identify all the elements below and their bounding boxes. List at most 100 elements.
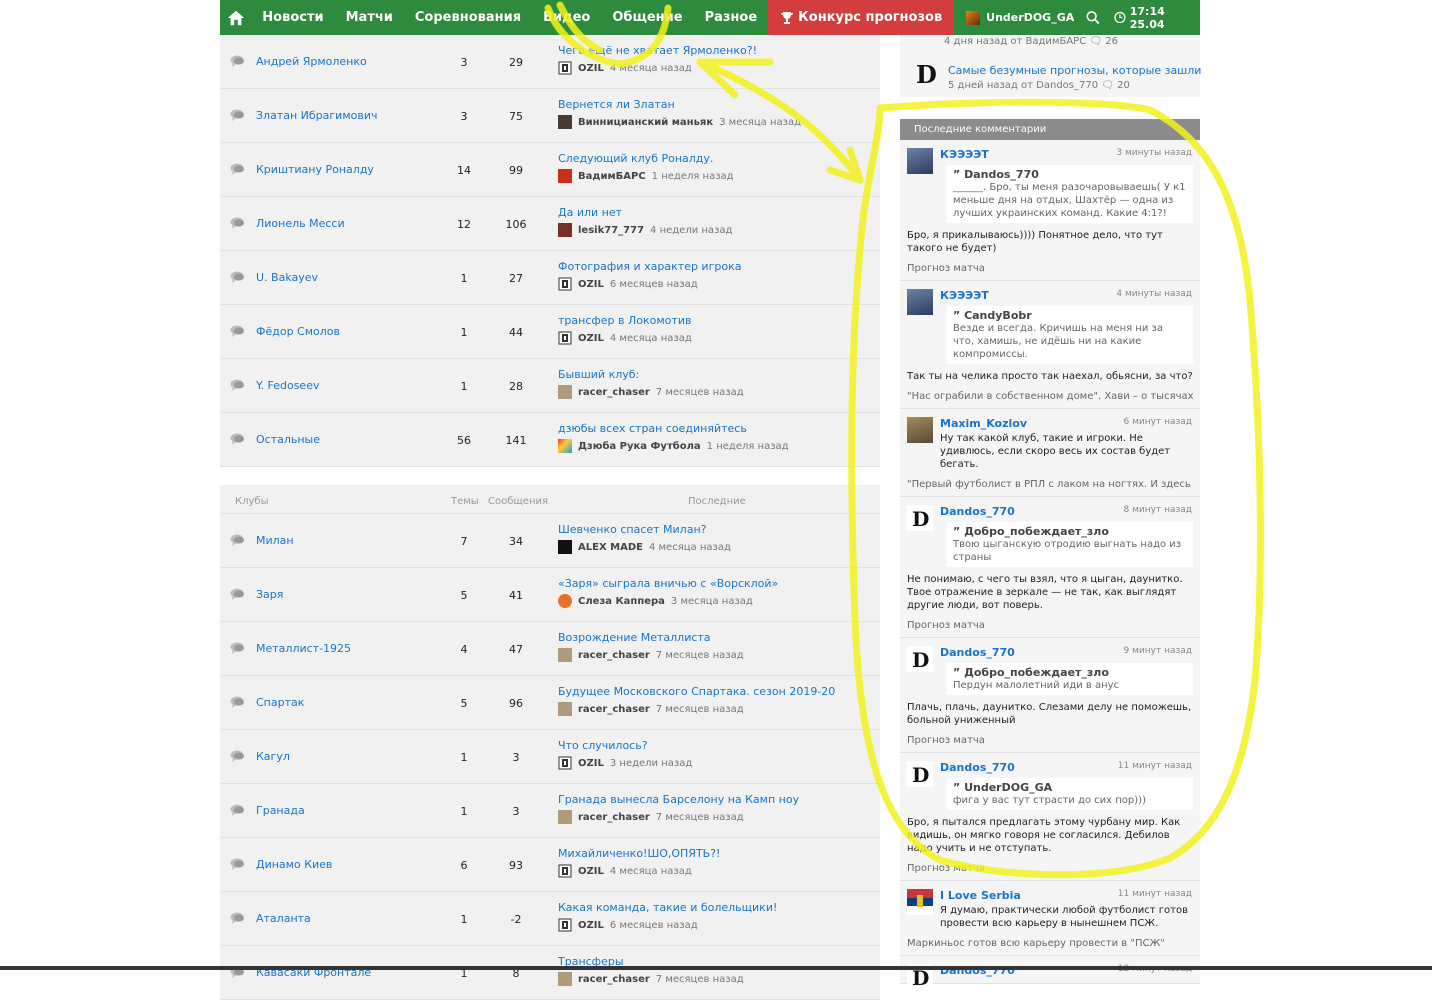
forum-name-link[interactable]: Фёдор Смолов: [256, 325, 340, 338]
forum-name-link[interactable]: Криштиану Роналду: [256, 163, 374, 176]
quote-icon: ”: [953, 781, 965, 794]
last-post-author[interactable]: OZIL: [578, 279, 604, 290]
comment-author-link[interactable]: Dandos_770: [940, 505, 1015, 518]
last-post-link[interactable]: Бывший клуб:: [558, 368, 639, 381]
last-post-link[interactable]: Гранада вынесла Барселону на Камп ноу: [558, 793, 799, 806]
last-post-author[interactable]: OZIL: [578, 758, 604, 769]
last-post-author[interactable]: ВадимБАРС: [578, 171, 646, 182]
topics-count: 4: [460, 642, 468, 656]
nav-misc[interactable]: Разное: [694, 0, 769, 35]
last-post-author[interactable]: OZIL: [578, 866, 604, 877]
commenter-avatar: [907, 289, 933, 315]
user-avatar: [558, 223, 572, 237]
forum-name-link[interactable]: Остальные: [256, 433, 320, 446]
comment-topic-link[interactable]: Прогноз матча: [907, 863, 1193, 874]
comment-topic-link[interactable]: Прогноз матча: [907, 735, 1193, 746]
last-post-author[interactable]: racer_chaser: [578, 387, 650, 398]
forum-name-link[interactable]: U. Bakayev: [256, 271, 318, 284]
last-post-time: 7 месяцев назад: [655, 649, 744, 661]
user-avatar: [558, 648, 572, 662]
forum-name-link[interactable]: Аталанта: [256, 912, 311, 925]
user-avatar: [558, 385, 572, 399]
last-post-link[interactable]: Что случилось?: [558, 739, 648, 752]
comment-topic-link[interactable]: Прогноз матча: [907, 620, 1193, 631]
comment-topic-link[interactable]: Прогноз матча: [907, 263, 1193, 274]
comment-time: 11 минут назад: [1117, 761, 1192, 771]
last-post-author[interactable]: Слеза Каппера: [578, 596, 665, 607]
last-post-link[interactable]: Фотография и характер игрока: [558, 260, 741, 273]
forum-name-link[interactable]: Y. Fedoseev: [256, 379, 319, 392]
home-icon: [227, 10, 244, 25]
last-post-link[interactable]: Возрождение Металлиста: [558, 631, 711, 644]
topic-link[interactable]: Самые безумные прогнозы, которые зашли: [948, 64, 1201, 77]
comment-time: 8 минут назад: [1123, 505, 1192, 515]
nav-competitions[interactable]: Соревнования: [404, 0, 532, 35]
last-post-link[interactable]: дзюбы всех стран соединяйтесь: [558, 422, 747, 435]
last-post-link[interactable]: Вернется ли Златан: [558, 98, 675, 111]
last-post-time: 3 месяца назад: [670, 595, 753, 607]
home-button[interactable]: [220, 0, 251, 35]
last-post-link[interactable]: Да или нет: [558, 206, 622, 219]
last-post-link[interactable]: Следующий клуб Роналду.: [558, 152, 713, 165]
comment-topic-link[interactable]: "Первый футболист в РПЛ с лаком на ногтя…: [907, 479, 1193, 490]
last-post-link[interactable]: «Заря» сыграла вничью с «Ворсклой»: [558, 577, 778, 590]
last-post-link[interactable]: Шевченко спасет Милан?: [558, 523, 706, 536]
last-post-time: 6 месяцев назад: [609, 919, 698, 931]
comment-author-link[interactable]: Dandos_770: [940, 646, 1015, 659]
comment-author-link[interactable]: КЭЭЭЭТ: [940, 148, 989, 161]
last-post-author[interactable]: racer_chaser: [578, 704, 650, 715]
comment-author-link[interactable]: Maxim_Kozlov: [940, 417, 1027, 430]
clock-time: 17:14 25.04: [1129, 4, 1165, 31]
comment-author-link[interactable]: КЭЭЭЭТ: [940, 289, 989, 302]
forum-name-link[interactable]: Кагул: [256, 750, 290, 763]
last-post-author[interactable]: Дзюба Рука Футбола: [578, 441, 701, 452]
last-post-author[interactable]: OZIL: [578, 920, 604, 931]
last-post-author[interactable]: OZIL: [578, 333, 604, 344]
forum-name-link[interactable]: Милан: [256, 534, 294, 547]
comment-author-link[interactable]: I Love Serbia: [940, 889, 1021, 902]
comment-topic-link[interactable]: "Нас ограбили в собственном доме". Хави …: [907, 391, 1193, 402]
comment-item: КЭЭЭЭТ 3 минуты назад ” Dandos_770 _____…: [900, 140, 1200, 281]
sidebar: 4 дня назад от ВадимБАРС 🗨 26 D Самые бе…: [900, 35, 1201, 990]
nav-news[interactable]: Новости: [251, 0, 334, 35]
last-post-author[interactable]: racer_chaser: [578, 812, 650, 823]
last-post-author[interactable]: racer_chaser: [578, 650, 650, 661]
clubs-section: Клубы Темы Сообщения Последние Милан 7 3…: [220, 485, 880, 1000]
nav-community[interactable]: Общение: [601, 0, 693, 35]
forum-name-link[interactable]: Металлист-1925: [256, 642, 351, 655]
forum-name-link[interactable]: Златан Ибрагимович: [256, 109, 377, 122]
user-menu[interactable]: UnderDOG_GA: [954, 10, 1086, 25]
forum-row: Заря 5 41 «Заря» сыграла вничью с «Ворск…: [220, 568, 880, 622]
forum-name-link[interactable]: Андрей Ярмоленко: [256, 55, 367, 68]
last-post-link[interactable]: трансфер в Локомотив: [558, 314, 691, 327]
svg-text:D: D: [912, 648, 929, 672]
comment-item: Maxim_Kozlov 6 минут назад Ну так какой …: [900, 409, 1200, 497]
contest-button[interactable]: Конкурс прогнозов: [768, 0, 955, 35]
comment-author-link[interactable]: Dandos_770: [940, 761, 1015, 774]
topics-count: 1: [460, 325, 468, 339]
forum-name-link[interactable]: Заря: [256, 588, 283, 601]
forum-name-link[interactable]: Динамо Киев: [256, 858, 332, 871]
last-post-author[interactable]: OZIL: [578, 63, 604, 74]
last-post-author[interactable]: Винницианский маньяк: [578, 117, 713, 128]
last-post-link[interactable]: Михайличенко!ШО,ОПЯТЬ?!: [558, 847, 720, 860]
comment-topic-link[interactable]: Маркиньос готов всю карьеру провести в "…: [907, 938, 1193, 949]
forum-name-link[interactable]: Гранада: [256, 804, 305, 817]
nav-matches[interactable]: Матчи: [335, 0, 404, 35]
forum-name-link[interactable]: Спартак: [256, 696, 304, 709]
last-post: Вернется ли Златан Винницианский маньяк …: [558, 98, 878, 129]
last-post-author[interactable]: lesik77_777: [578, 225, 644, 236]
last-post-author[interactable]: racer_chaser: [578, 974, 650, 985]
last-post-author[interactable]: ALEX MADE: [578, 542, 643, 553]
last-post-time: 7 месяцев назад: [655, 386, 744, 398]
last-post-link[interactable]: Чего ещё не хватает Ярмоленко?!: [558, 44, 757, 57]
last-post-link[interactable]: Будущее Московского Спартака. сезон 2019…: [558, 685, 835, 698]
forum-name-link[interactable]: Лионель Месси: [256, 217, 345, 230]
last-post-link[interactable]: Какая команда, такие и болельщики!: [558, 901, 777, 914]
nav-video[interactable]: Видео: [532, 0, 601, 35]
last-post-time: 1 неделя назад: [651, 170, 734, 182]
search-icon[interactable]: [1086, 9, 1100, 26]
comment-time: 9 минут назад: [1123, 646, 1192, 656]
comment-text: Бро, я пытался предлагать этому чурбану …: [907, 817, 1181, 854]
ozil-avatar: [558, 331, 572, 345]
